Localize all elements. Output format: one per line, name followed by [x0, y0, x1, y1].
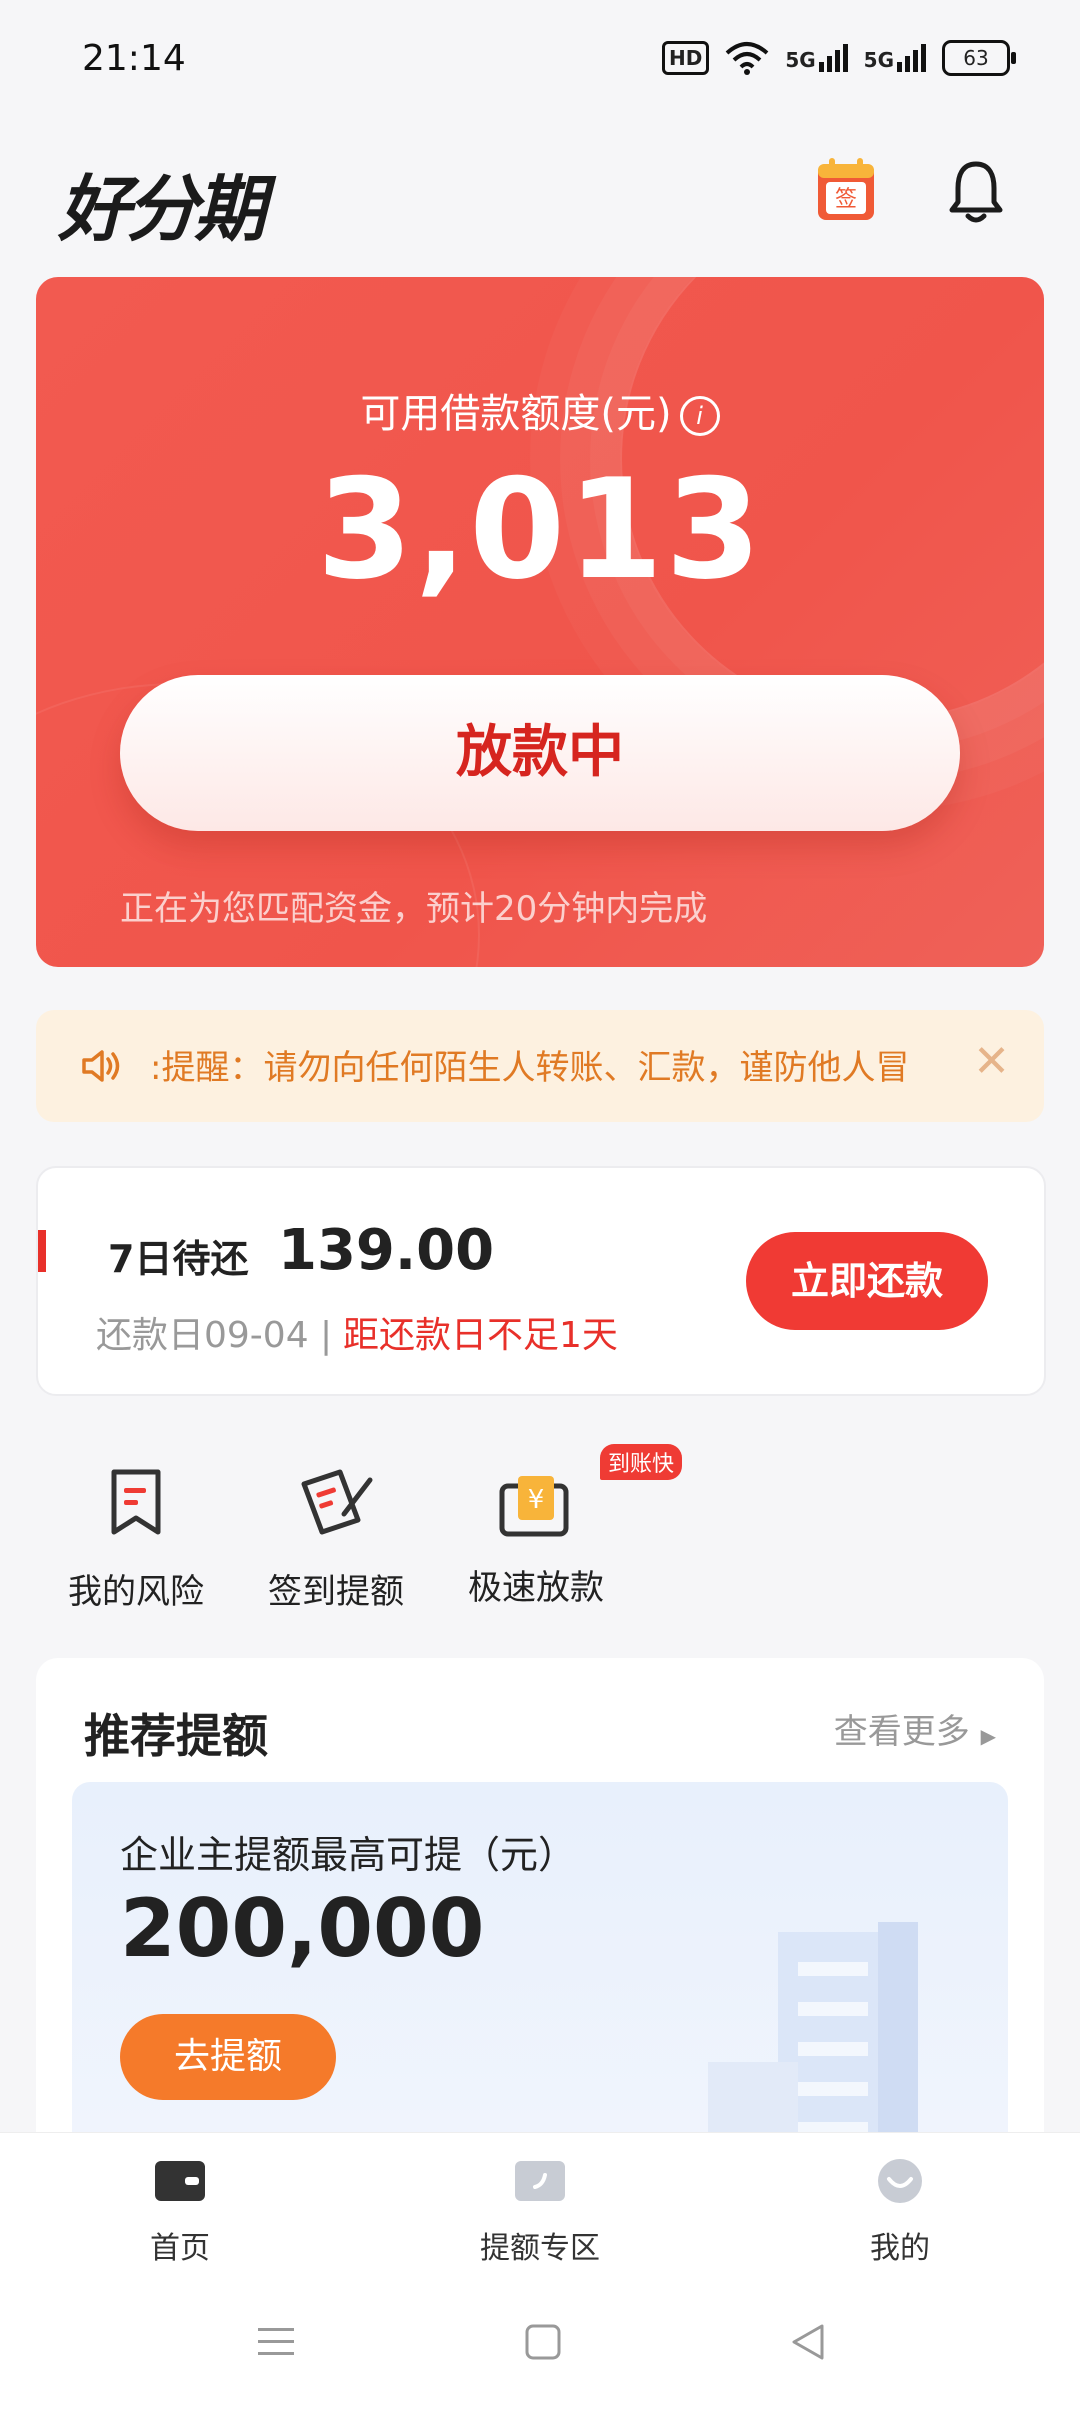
wallet-yuan-icon: ¥ 到账快	[496, 1444, 683, 1542]
notice-text: :提醒：请勿向任何陌生人转账、汇款，谨防他人冒	[150, 1048, 910, 1088]
repayment-label: 7日待还	[108, 1237, 249, 1281]
tab-label: 提额专区	[480, 2231, 600, 2266]
enterprise-boost-subtitle: 企业主提额最高可提（元）	[120, 1833, 577, 1877]
svg-text:签: 签	[835, 187, 857, 212]
back-icon[interactable]	[788, 2322, 828, 2362]
view-more-link[interactable]: 查看更多 ▶	[834, 1704, 996, 1753]
bookmark-icon	[111, 1469, 161, 1535]
close-icon[interactable]: ✕	[973, 1036, 1010, 1087]
home-square-icon[interactable]	[523, 2322, 563, 2362]
credit-limit-amount: 3,013	[316, 449, 764, 610]
smile-face-icon	[878, 2159, 922, 2203]
battery-icon: 63	[942, 40, 1016, 76]
status-bar: 21:14 HD 5G 5G 63	[0, 0, 1080, 120]
system-nav-bar	[0, 2282, 1080, 2412]
tab-label: 我的	[870, 2231, 930, 2266]
network-type-1: 5G	[785, 48, 816, 72]
tab-home[interactable]: 首页	[80, 2157, 280, 2267]
status-icons: HD 5G 5G 63	[661, 40, 1016, 76]
quick-action-label: 极速放款	[468, 1568, 604, 1608]
enterprise-boost-panel: 企业主提额最高可提（元） 200,000 去提额	[72, 1782, 1008, 2182]
repayment-card: 7日待还 139.00 还款日09-04 | 距还款日不足1天 立即还款	[36, 1166, 1046, 1396]
svg-text:¥: ¥	[528, 1485, 545, 1515]
go-boost-button[interactable]: 去提额	[120, 2014, 336, 2100]
signal-icon-1: 5G	[785, 44, 848, 72]
credit-limit-card: 可用借款额度(元) i 3,013 放款中 正在为您匹配资金，预计20分钟内完成	[36, 277, 1044, 967]
quick-action-label: 签到提额	[268, 1572, 404, 1612]
speaker-icon	[82, 1050, 120, 1082]
recommend-title: 推荐提额	[84, 1709, 268, 1763]
menu-icon[interactable]	[256, 2322, 296, 2362]
boost-zone-icon	[515, 2161, 565, 2201]
status-time: 21:14	[82, 38, 186, 79]
quick-action-label: 我的风险	[68, 1572, 204, 1612]
loan-status-button[interactable]: 放款中	[120, 675, 960, 831]
bottom-tab-bar: 首页 提额专区 我的	[0, 2132, 1080, 2283]
repayment-date: 还款日09-04 |	[96, 1315, 333, 1356]
hd-icon: HD	[661, 41, 710, 75]
network-type-2: 5G	[863, 48, 894, 72]
tab-label: 首页	[150, 2231, 210, 2266]
repay-now-button[interactable]: 立即还款	[746, 1232, 988, 1330]
quick-action-sign-in-boost[interactable]: 签到提额	[246, 1462, 426, 1613]
tab-mine[interactable]: 我的	[800, 2157, 1000, 2267]
quick-action-fast-loan[interactable]: ¥ 到账快 极速放款	[446, 1444, 683, 1609]
notice-bar: :提醒：请勿向任何陌生人转账、汇款，谨防他人冒 ✕	[36, 1010, 1044, 1122]
enterprise-boost-amount: 200,000	[120, 1882, 485, 1975]
signal-icon-2: 5G	[864, 44, 926, 72]
credit-limit-label: 可用借款额度(元) i	[36, 381, 1044, 439]
app-logo: 好分期	[58, 167, 266, 251]
quick-action-my-risk[interactable]: 我的风险	[46, 1462, 226, 1613]
triangle-right-icon: ▶	[980, 1724, 996, 1748]
bell-icon[interactable]	[946, 158, 1006, 224]
sign-in-calendar-icon[interactable]: 签	[816, 156, 876, 222]
info-icon[interactable]: i	[679, 396, 720, 436]
wallet-icon	[155, 2161, 205, 2201]
fast-arrival-badge: 到账快	[600, 1444, 683, 1480]
credit-limit-label-text: 可用借款额度(元)	[360, 391, 672, 437]
repayment-amount: 139.00	[278, 1218, 495, 1283]
wifi-icon	[725, 42, 769, 75]
repayment-due-warning: 距还款日不足1天	[343, 1315, 618, 1356]
view-more-label: 查看更多	[833, 1712, 970, 1752]
tab-boost-zone[interactable]: 提额专区	[440, 2157, 640, 2267]
loan-status-note: 正在为您匹配资金，预计20分钟内完成	[120, 889, 708, 929]
sign-document-icon	[301, 1469, 373, 1535]
